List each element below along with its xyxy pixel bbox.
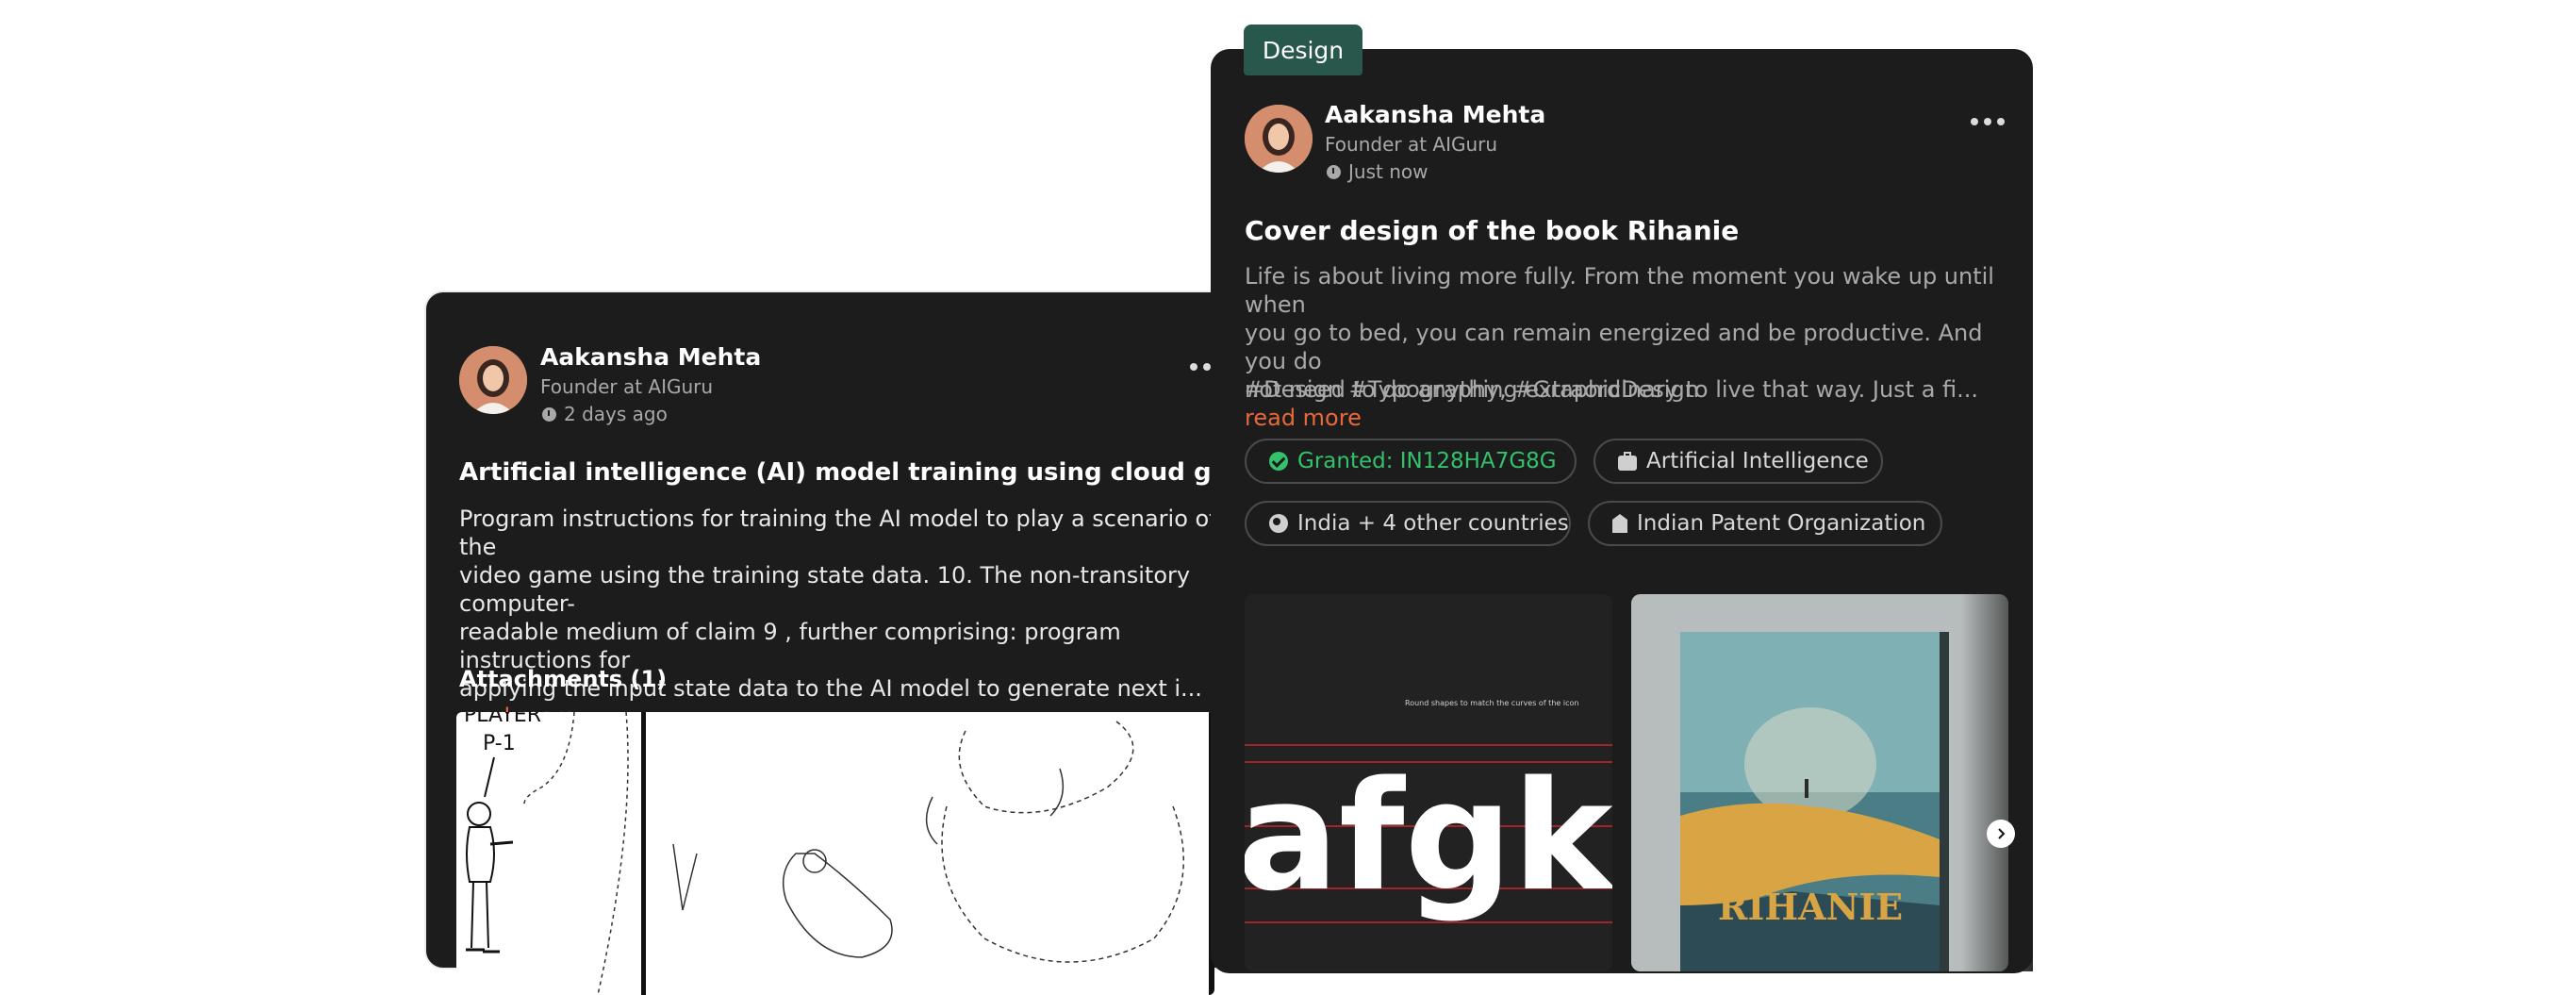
author-name[interactable]: Aakansha Mehta (540, 343, 761, 371)
chip-countries[interactable]: India + 4 other countries (1245, 501, 1571, 546)
attachments-label: Attachments (1) (459, 666, 668, 692)
typography-note: Round shapes to match the curves of the … (1405, 699, 1578, 707)
typography-sample: afgk (1245, 748, 1612, 924)
chip-label: Granted: IN128HA7G8G (1297, 449, 1557, 473)
post-body: Life is about living more fully. From th… (1245, 262, 2027, 432)
chip-granted[interactable]: Granted: IN128HA7G8G (1245, 439, 1577, 484)
check-circle-icon (1269, 452, 1288, 471)
globe-icon (1269, 514, 1288, 533)
dot-icon (1997, 118, 2005, 125)
hashtags[interactable]: #Design #Typography, #GraphicDesign (1245, 376, 1699, 403)
gallery-fade (1961, 594, 2033, 971)
time-ago: Just now (1348, 160, 1428, 183)
chevron-right-icon (1998, 828, 2006, 839)
gallery-image-typography[interactable]: Round shapes to match the curves of the … (1245, 594, 1612, 971)
clock-icon (1327, 164, 1341, 179)
post-title: Cover design of the book Rihanie (1245, 215, 1740, 246)
drawing-label-player: PLAYER (464, 712, 541, 727)
author-role: Founder at AIGuru (1325, 133, 1498, 156)
body-line: video game using the training state data… (459, 562, 1191, 617)
dot-icon (1971, 118, 1978, 125)
briefcase-icon (1618, 451, 1637, 471)
body-line: Life is about living more fully. From th… (1245, 263, 1994, 318)
more-options-button[interactable] (1971, 118, 2005, 125)
author-avatar[interactable] (1245, 105, 1313, 173)
chip-label: India + 4 other countries (1297, 511, 1569, 536)
read-more-link[interactable]: read more (1245, 405, 1362, 431)
post-timestamp: 2 days ago (542, 403, 668, 425)
chip-office[interactable]: Indian Patent Organization (1588, 501, 1942, 546)
time-ago: 2 days ago (564, 403, 668, 425)
post-timestamp: Just now (1327, 160, 1428, 183)
gallery-image-book-cover[interactable]: RIHANIE (1631, 594, 2008, 971)
dot-icon (1984, 118, 1991, 125)
gallery-next-button[interactable] (1987, 820, 2015, 848)
dot-icon (1203, 363, 1211, 371)
patent-drawing-attachment[interactable]: PLAYER P-1 (456, 712, 1214, 995)
post-body: Program instructions for training the AI… (459, 505, 1232, 731)
author-avatar[interactable] (459, 346, 527, 414)
building-icon (1612, 514, 1627, 533)
chip-label: Indian Patent Organization (1637, 511, 1926, 536)
body-line: Program instructions for training the AI… (459, 506, 1217, 560)
body-line: you go to bed, you can remain energized … (1245, 320, 1983, 374)
author-role: Founder at AIGuru (540, 375, 714, 398)
drawing-label-p1: P-1 (483, 732, 516, 755)
book-title: RIHANIE (1718, 886, 1903, 928)
chip-field[interactable]: Artificial Intelligence (1593, 439, 1883, 484)
category-tag-design[interactable]: Design (1244, 25, 1362, 75)
chip-label: Artificial Intelligence (1646, 449, 1869, 473)
dot-icon (1190, 363, 1197, 371)
author-name[interactable]: Aakansha Mehta (1325, 101, 1545, 128)
clock-icon (542, 406, 556, 422)
